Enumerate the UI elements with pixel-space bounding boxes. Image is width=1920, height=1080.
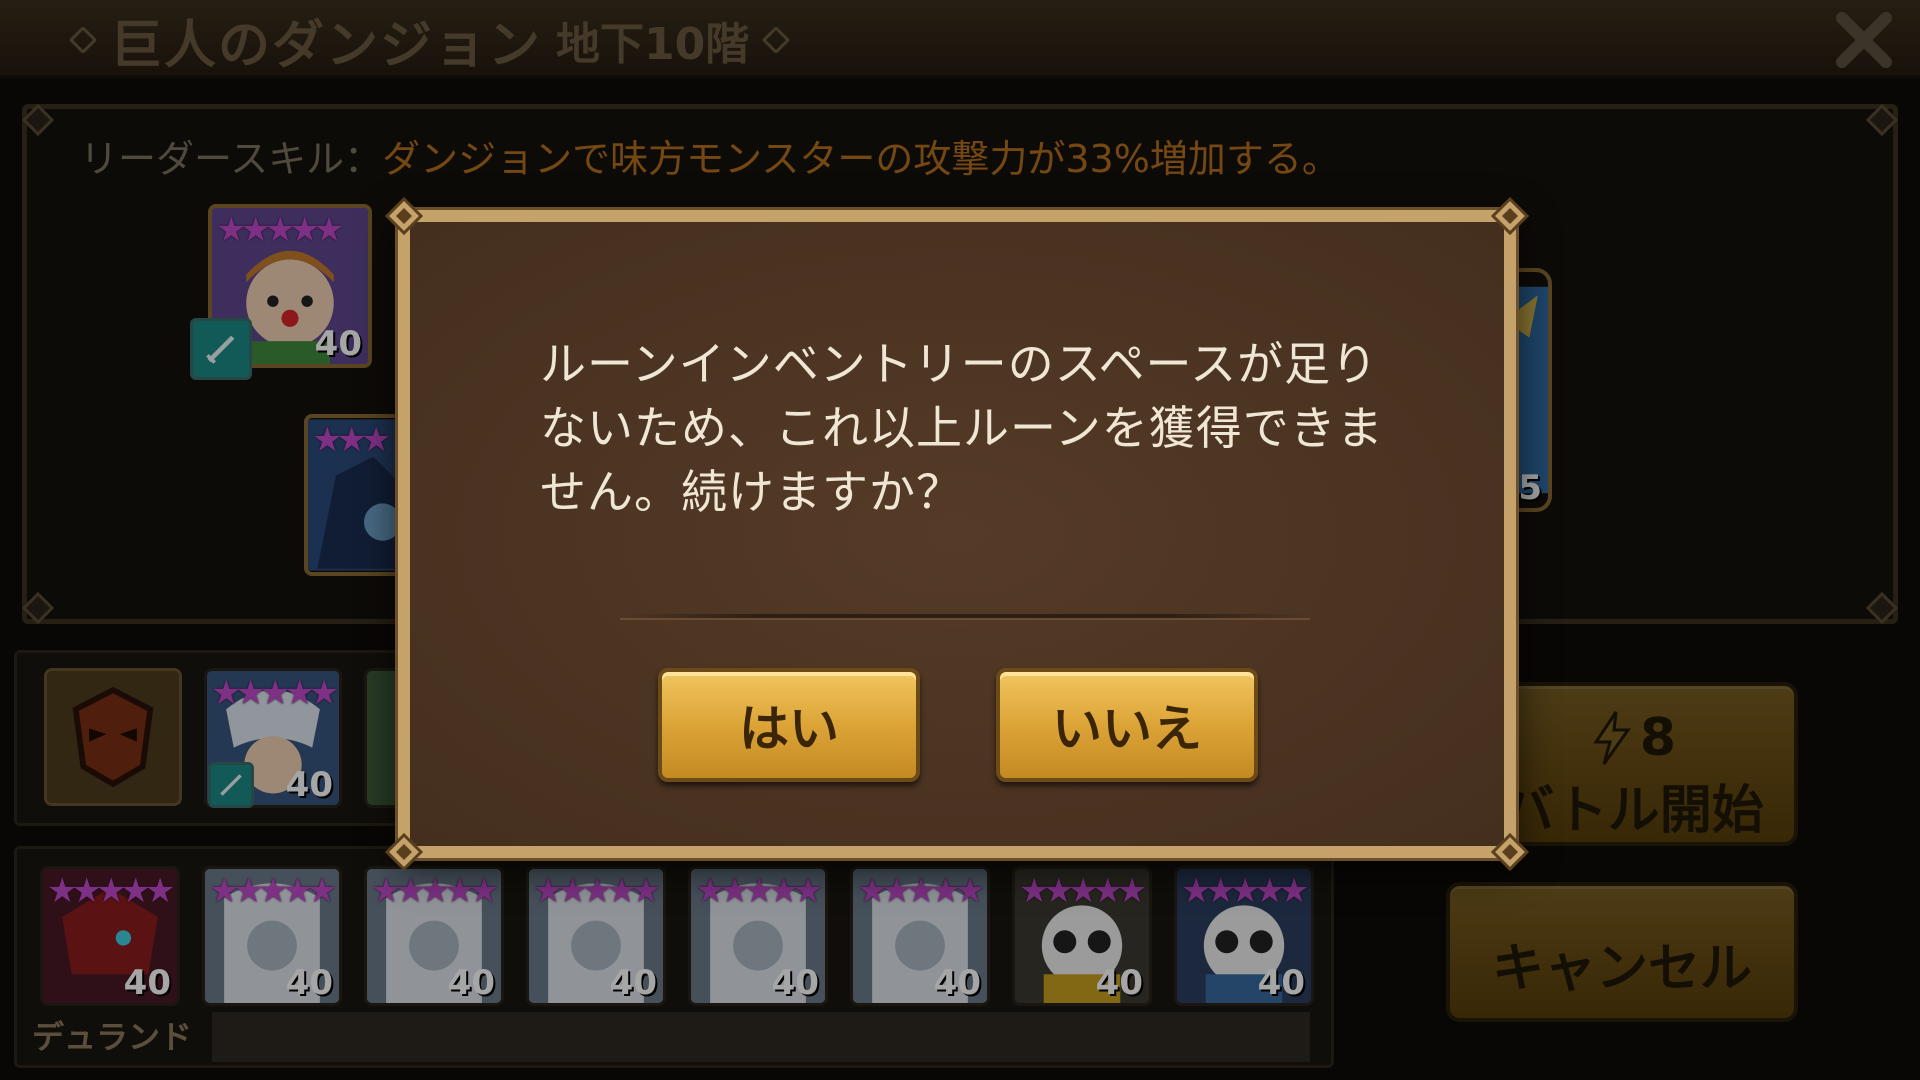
corner-ornament-icon xyxy=(21,591,55,625)
star-rating: ★★★★★ xyxy=(211,673,339,713)
roster-monster[interactable]: ★★★★★ 40 xyxy=(526,866,666,1006)
energy-cost-value: 8 xyxy=(1639,708,1677,768)
sword-icon xyxy=(220,774,242,796)
title-bar: 巨人のダンジョン 地下10階 xyxy=(0,0,1920,78)
monster-level: 40 xyxy=(285,765,333,805)
star-rating: ★★★★★ xyxy=(533,871,661,911)
star-rating: ★★★★★ xyxy=(1019,871,1147,911)
dialog-divider xyxy=(620,614,1310,618)
leader-skill-text: ダンジョンで味方モンスターの攻撃力が33%増加する。 xyxy=(382,137,1340,181)
attack-type-badge xyxy=(190,318,252,380)
lightning-energy-icon xyxy=(1593,711,1631,765)
star-rating: ★★★★★ xyxy=(371,871,499,911)
monster-level: 40 xyxy=(123,963,171,1003)
yes-button[interactable]: はい xyxy=(658,668,920,782)
monster-level: 40 xyxy=(1257,963,1305,1003)
leader-skill-label: リーダースキル： xyxy=(80,137,383,181)
star-rating: ★★★★★ xyxy=(1181,871,1309,911)
corner-ornament-icon xyxy=(1865,591,1899,625)
corner-ornament-icon xyxy=(1490,196,1530,236)
monster-level: 40 xyxy=(609,963,657,1003)
attack-type-badge xyxy=(208,762,254,808)
dungeon-title: 巨人のダンジョン 地下10階 xyxy=(70,8,790,76)
battle-start-button[interactable]: 8 バトル開始 xyxy=(1468,682,1798,846)
energy-cost: 8 xyxy=(1472,708,1794,768)
diamond-ornament-icon xyxy=(70,27,96,53)
star-rating: ★★★ xyxy=(312,420,391,460)
leader-monster-slot[interactable] xyxy=(44,668,182,806)
close-button[interactable] xyxy=(1832,8,1896,72)
corner-ornament-icon xyxy=(21,103,55,137)
star-rating: ★★★★★ xyxy=(857,871,985,911)
leader-skill: リーダースキル：ダンジョンで味方モンスターの攻撃力が33%増加する。 xyxy=(80,128,1340,183)
roster-monster[interactable]: ★★★★★ 40 xyxy=(1012,866,1152,1006)
golem-mask-icon xyxy=(47,671,179,803)
sword-icon xyxy=(206,335,235,364)
star-rating: ★★★★★ xyxy=(695,871,823,911)
no-button[interactable]: いいえ xyxy=(996,668,1258,782)
roster-monster[interactable]: ★★★★★ 40 xyxy=(40,866,180,1006)
diamond-ornament-icon xyxy=(763,27,790,53)
corner-ornament-icon xyxy=(1865,103,1899,137)
cancel-label: キャンセル xyxy=(1491,939,1752,999)
roster-monster[interactable]: ★★★★★ 40 xyxy=(364,866,504,1006)
monster-level: 40 xyxy=(1095,963,1143,1003)
corner-ornament-icon xyxy=(1490,832,1530,872)
corner-ornament-icon xyxy=(384,832,424,872)
monster-level: 5 xyxy=(1518,468,1542,508)
dialog-message: ルーンインベントリーのスペースが足りないため、これ以上ルーンを獲得できません。続… xyxy=(540,337,1384,519)
star-rating: ★★★★★ xyxy=(216,210,344,250)
roster-scrollbar[interactable] xyxy=(212,1012,1310,1062)
roster-monster[interactable]: ★★★★★ 40 xyxy=(688,866,828,1006)
roster-monster[interactable]: ★★★★★ 40 xyxy=(202,866,342,1006)
roster-monster-name: デュランド xyxy=(32,1018,193,1056)
cancel-button[interactable]: キャンセル xyxy=(1446,882,1798,1022)
corner-ornament-icon xyxy=(384,196,424,236)
monster-level: 40 xyxy=(771,963,819,1003)
monster-level: 40 xyxy=(314,324,362,364)
dungeon-floor: 地下10階 xyxy=(556,19,750,70)
dialog-background xyxy=(410,222,1504,846)
dungeon-name: 巨人のダンジョン xyxy=(110,15,543,76)
monster-level: 40 xyxy=(933,963,981,1003)
monster-level: 40 xyxy=(447,963,495,1003)
roster-monster[interactable]: ★★★★★ 40 xyxy=(1174,866,1314,1006)
close-x-icon xyxy=(1836,12,1892,68)
monster-level: 40 xyxy=(285,963,333,1003)
star-rating: ★★★★★ xyxy=(209,871,337,911)
roster-monster[interactable]: ★★★★★ 40 xyxy=(850,866,990,1006)
star-rating: ★★★★★ xyxy=(47,871,175,911)
rune-inventory-dialog: ルーンインベントリーのスペースが足りないため、これ以上ルーンを獲得できません。続… xyxy=(384,196,1530,872)
